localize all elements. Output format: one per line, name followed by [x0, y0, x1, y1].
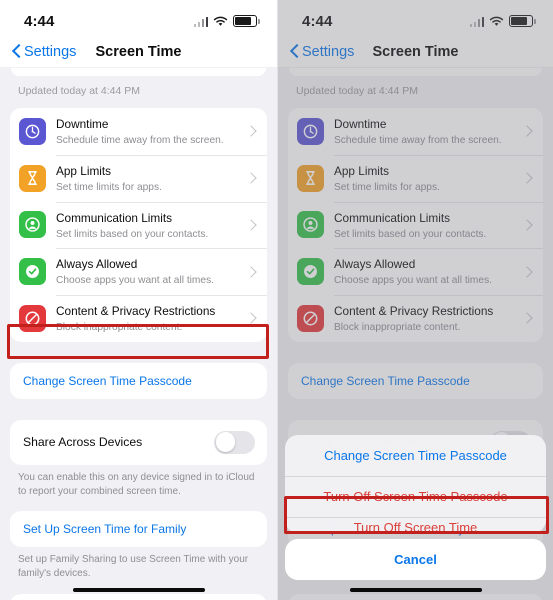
settings-row-text: App Limits Set time limits for apps. [56, 162, 240, 195]
share-across-devices-footnote: You can enable this on any device signed… [18, 471, 255, 498]
status-bar: 4:44 [0, 0, 277, 36]
wifi-icon [213, 16, 228, 27]
family-footnote: Set up Family Sharing to use Screen Time… [18, 554, 249, 580]
action-sheet-turn-off-passcode[interactable]: Turn Off Screen Time Passcode [285, 476, 546, 517]
chevron-right-icon [246, 266, 257, 277]
back-button[interactable]: Settings [12, 44, 76, 60]
person-circle-icon [19, 211, 46, 239]
action-sheet-cancel-button[interactable]: Cancel [285, 539, 546, 580]
settings-row-subtitle: Set limits based on your contacts. [56, 228, 209, 240]
settings-scroll-content: Updated today at 4:44 PM Downtime Schedu… [0, 68, 277, 600]
right-phone-screen: 4:44 Settings Screen Time Updated today … [277, 0, 553, 600]
home-indicator [349, 588, 482, 592]
chevron-right-icon [246, 173, 257, 184]
settings-row-content-privacy[interactable]: Content & Privacy Restrictions Block ina… [10, 295, 267, 342]
cellular-signal-icon [193, 16, 208, 27]
chevron-left-icon [12, 44, 21, 59]
chevron-right-icon [246, 313, 257, 324]
battery-icon [233, 15, 260, 27]
settings-row-text: Communication Limits Set limits based on… [56, 209, 240, 242]
change-screen-time-passcode-button[interactable]: Change Screen Time Passcode [10, 362, 267, 399]
setup-family-button[interactable]: Set Up Screen Time for Family [10, 511, 267, 548]
settings-row-subtitle: Set time limits for apps. [56, 181, 162, 193]
action-sheet-change-passcode[interactable]: Change Screen Time Passcode [285, 435, 546, 476]
settings-row-title: Always Allowed [56, 257, 138, 272]
action-sheet-turn-off-screen-time-partial[interactable]: Turn Off Screen Time [285, 517, 546, 533]
navigation-bar: Settings Screen Time [0, 36, 277, 68]
chevron-right-icon [246, 126, 257, 137]
hourglass-icon [19, 164, 46, 192]
partial-card-above [11, 68, 266, 76]
share-across-devices-label: Share Across Devices [23, 435, 143, 450]
status-bar-time: 4:44 [24, 12, 55, 30]
updated-timestamp: Updated today at 4:44 PM [18, 85, 140, 97]
settings-row-app-limits[interactable]: App Limits Set time limits for apps. [10, 154, 267, 202]
comparison-screenshot: 4:44 Settings Screen Time Updated today … [0, 0, 553, 600]
action-sheet: Change Screen Time Passcode Turn Off Scr… [285, 435, 546, 580]
settings-row-title: Content & Privacy Restrictions [56, 304, 216, 319]
chevron-right-icon [246, 219, 257, 230]
turn-off-screen-time-button[interactable]: Turn Off Screen Time [10, 593, 267, 600]
no-entry-icon [19, 304, 46, 332]
settings-row-subtitle: Choose apps you want at all times. [56, 275, 214, 287]
settings-row-title: Communication Limits [56, 210, 173, 225]
settings-row-text: Content & Privacy Restrictions Block ina… [56, 302, 240, 335]
action-sheet-options: Change Screen Time Passcode Turn Off Scr… [285, 435, 546, 533]
share-across-devices-toggle[interactable] [214, 430, 255, 454]
settings-row-title: App Limits [56, 163, 112, 178]
status-bar-icons [193, 15, 260, 27]
settings-row-subtitle: Schedule time away from the screen. [56, 135, 224, 146]
settings-row-subtitle: Block inappropriate content. [56, 322, 183, 334]
checkmark-circle-icon [19, 258, 46, 286]
settings-row-communication-limits[interactable]: Communication Limits Set limits based on… [10, 201, 267, 249]
screen-time-options-card: Downtime Schedule time away from the scr… [10, 108, 267, 342]
left-phone-screen: 4:44 Settings Screen Time Updated today … [0, 0, 277, 600]
toggle-knob [215, 432, 236, 453]
home-indicator [72, 588, 205, 592]
settings-row-text: Downtime Schedule time away from the scr… [56, 115, 240, 148]
back-button-label: Settings [24, 43, 77, 60]
downtime-icon [19, 117, 46, 145]
share-across-devices-row[interactable]: Share Across Devices [10, 419, 267, 465]
settings-row-text: Always Allowed Choose apps you want at a… [56, 255, 240, 288]
settings-row-always-allowed[interactable]: Always Allowed Choose apps you want at a… [10, 248, 267, 295]
settings-row-title: Downtime [56, 117, 109, 131]
settings-row-downtime[interactable]: Downtime Schedule time away from the scr… [10, 108, 267, 155]
